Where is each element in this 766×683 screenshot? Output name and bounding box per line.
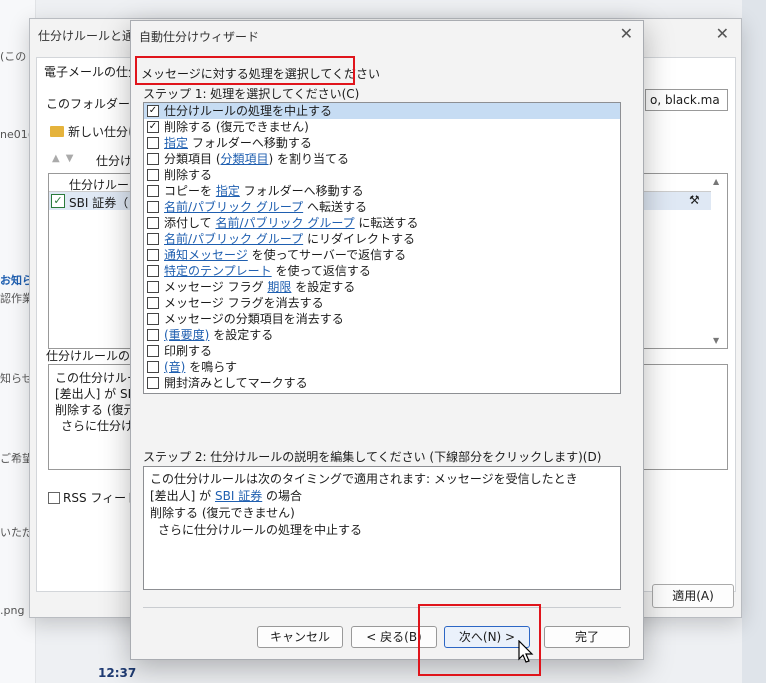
action-label: 削除する — [164, 168, 213, 182]
action-checkbox[interactable] — [147, 217, 159, 229]
desc-line: [差出人] が SBI — [55, 387, 140, 401]
rule-description-editor: この仕分けルールは次のタイミングで適用されます: メッセージを受信したとき [差… — [143, 466, 621, 590]
list-item[interactable]: 名前/パブリック グループ にリダイレクトする — [144, 231, 620, 247]
list-item[interactable]: 名前/パブリック グループ へ転送する — [144, 199, 620, 215]
actions-list[interactable]: ✓ 仕分けルールの処理を中止する ✓ 削除する (復元できません) 指定 フォルダーへ移… — [143, 102, 621, 394]
action-checkbox[interactable] — [147, 377, 159, 389]
mouse-cursor-icon — [518, 640, 534, 663]
action-label: 通知メッセージ を使ってサーバーで返信する — [164, 248, 407, 262]
close-icon[interactable]: ✕ — [716, 24, 729, 43]
action-label: メッセージ フラグを消去する — [164, 296, 324, 310]
action-checkbox[interactable] — [147, 265, 159, 277]
action-checkbox[interactable]: ✓ — [147, 121, 159, 133]
desc-condition-prefix: [差出人] が — [150, 489, 215, 503]
list-item[interactable]: メッセージ フラグ 期限 を設定する — [144, 279, 620, 295]
rule-description-label: 仕分けルールの説 — [46, 349, 143, 363]
rss-checkbox[interactable] — [48, 492, 60, 504]
close-icon[interactable]: ✕ — [620, 24, 633, 43]
action-label: 仕分けルールの処理を中止する — [164, 104, 333, 118]
scroll-up-icon[interactable]: ▲ — [713, 177, 719, 186]
list-item[interactable]: (音) を鳴らす — [144, 359, 620, 375]
desc-line: 削除する (復元 — [55, 403, 136, 417]
apply-button[interactable]: 適用(A) — [652, 584, 734, 608]
action-checkbox[interactable] — [147, 329, 159, 341]
action-checkbox[interactable] — [147, 233, 159, 245]
desc-line: この仕分けルー — [55, 371, 140, 385]
rules-list-scrollbar[interactable]: ▲ ▼ — [710, 175, 726, 347]
action-checkbox[interactable] — [147, 297, 159, 309]
desc-stop: さらに仕分けルールの処理を中止する — [158, 523, 363, 537]
action-label: コピーを 指定 フォルダーへ移動する — [164, 184, 364, 198]
list-item[interactable]: 添付して 名前/パブリック グループ に転送する — [144, 215, 620, 231]
folder-combo-value: o, black.ma — [650, 93, 720, 107]
step2-label: ステップ 2: 仕分けルールの説明を編集してください (下線部分をクリックします… — [143, 450, 602, 464]
list-item[interactable]: 分類項目 (分類項目) を割り当てる — [144, 151, 620, 167]
action-checkbox[interactable] — [147, 137, 159, 149]
step1-label: ステップ 1: 処理を選択してください(C) — [143, 87, 360, 101]
action-label: (重要度) を設定する — [164, 328, 274, 342]
action-checkbox[interactable] — [147, 249, 159, 261]
bg-fragment: 知らせ — [0, 372, 33, 385]
message-time: 12:37 — [98, 666, 137, 680]
list-item[interactable]: 通知メッセージ を使ってサーバーで返信する — [144, 247, 620, 263]
new-rule-icon — [50, 126, 64, 137]
scroll-down-icon[interactable]: ▼ — [713, 336, 719, 345]
action-label: メッセージの分類項目を消去する — [164, 312, 344, 326]
highlight-box-heading — [135, 56, 355, 85]
action-label: 指定 フォルダーへ移動する — [164, 136, 312, 150]
action-label: 名前/パブリック グループ へ転送する — [164, 200, 367, 214]
desc-timing: この仕分けルールは次のタイミングで適用されます: メッセージを受信したとき — [150, 472, 578, 486]
move-arrows-icon[interactable]: ▲▼ — [52, 153, 79, 164]
action-checkbox[interactable] — [147, 313, 159, 325]
desc-condition: [差出人] が SBI 証券 の場合 — [150, 487, 302, 504]
action-label: 開封済みとしてマークする — [164, 376, 308, 390]
chevron-down-icon: ⌵ — [714, 107, 723, 110]
list-item[interactable]: 指定 フォルダーへ移動する — [144, 135, 620, 151]
list-item[interactable]: (重要度) を設定する — [144, 327, 620, 343]
action-label: 添付して 名前/パブリック グループ に転送する — [164, 216, 419, 230]
list-item[interactable]: コピーを 指定 フォルダーへ移動する — [144, 183, 620, 199]
rules-wizard-dialog: 自動仕分けウィザード ✕ メッセージに対する処理を選択してください ステップ 1… — [130, 20, 644, 660]
background-reading-pane — [742, 0, 766, 683]
action-checkbox[interactable] — [147, 345, 159, 357]
cancel-button[interactable]: キャンセル — [257, 626, 343, 648]
sender-link[interactable]: SBI 証券 — [215, 489, 262, 503]
bg-fragment: .png — [0, 604, 25, 617]
list-item[interactable]: 特定のテンプレート を使って返信する — [144, 263, 620, 279]
finish-button[interactable]: 完了 — [544, 626, 630, 648]
action-checkbox[interactable] — [147, 201, 159, 213]
action-label: 削除する (復元できません) — [164, 120, 309, 134]
action-label: 特定のテンプレート を使って返信する — [164, 264, 371, 278]
list-item[interactable]: 削除する — [144, 167, 620, 183]
bg-fragment: ne01( — [0, 128, 33, 141]
action-checkbox[interactable] — [147, 153, 159, 165]
action-label: 印刷する — [164, 344, 213, 358]
list-item[interactable]: 開封済みとしてマークする — [144, 375, 620, 391]
list-item[interactable]: ✓ 削除する (復元できません) — [144, 119, 620, 135]
action-checkbox[interactable] — [147, 361, 159, 373]
footer-divider — [143, 607, 621, 608]
action-label: (音) を鳴らす — [164, 360, 237, 374]
action-checkbox[interactable]: ✓ — [147, 105, 159, 117]
action-checkbox[interactable] — [147, 169, 159, 181]
action-label: メッセージ フラグ 期限 を設定する — [164, 280, 356, 294]
sort-label: 仕分け — [96, 154, 133, 168]
desc-condition-suffix: の場合 — [262, 489, 303, 503]
rule-enabled-checkbox[interactable]: ✓ — [51, 194, 65, 208]
list-item[interactable]: メッセージの分類項目を消去する — [144, 311, 620, 327]
action-checkbox[interactable] — [147, 281, 159, 293]
action-label: 名前/パブリック グループ にリダイレクトする — [164, 232, 415, 246]
folder-combo[interactable]: o, black.ma⌵ — [645, 89, 728, 111]
wizard-title: 自動仕分けウィザード — [139, 30, 260, 44]
new-rule-button[interactable]: 新しい仕分け — [50, 123, 140, 140]
desc-action: 削除する (復元できません) — [150, 506, 295, 520]
list-item[interactable]: ✓ 仕分けルールの処理を中止する — [144, 103, 620, 119]
bg-fragment: (この — [0, 50, 27, 63]
list-item[interactable]: 印刷する — [144, 343, 620, 359]
action-label: 分類項目 (分類項目) を割り当てる — [164, 152, 350, 166]
rule-actions-icon: ⚒ — [689, 193, 700, 207]
list-item[interactable]: メッセージ フラグを消去する — [144, 295, 620, 311]
rule-name: SBI 証券（ — [69, 196, 129, 210]
action-checkbox[interactable] — [147, 185, 159, 197]
